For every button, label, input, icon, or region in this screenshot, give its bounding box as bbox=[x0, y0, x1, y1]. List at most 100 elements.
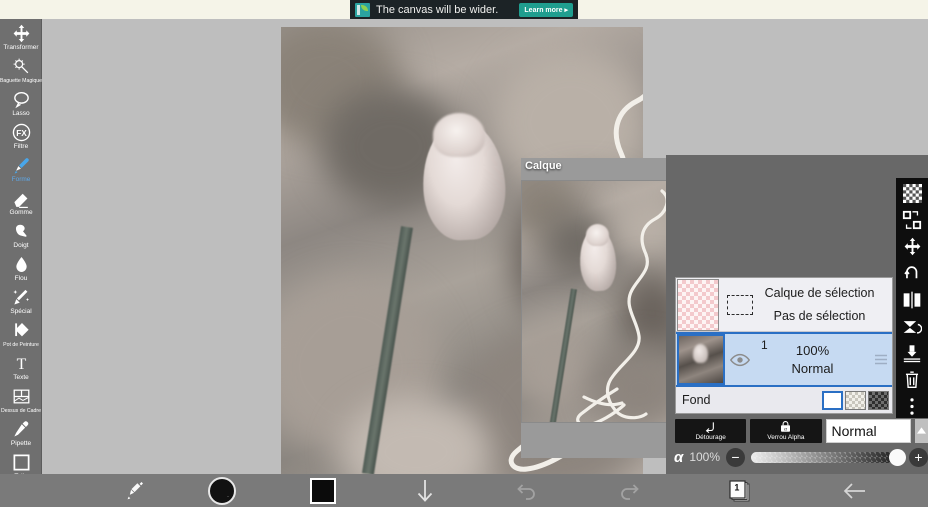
frame-panel-icon bbox=[12, 387, 31, 406]
selection-layer-status: Pas de sélection bbox=[773, 309, 866, 324]
sidebar-item-filtre[interactable]: FX Filtre bbox=[0, 122, 42, 155]
eraser-icon bbox=[12, 189, 31, 208]
bottom-bar-left-pad bbox=[0, 474, 100, 507]
sidebar-item-lasso[interactable]: Lasso bbox=[0, 89, 42, 122]
ad-container[interactable]: The canvas will be wider. Learn more ▸ bbox=[350, 0, 578, 19]
sidebar-item-label: Spécial bbox=[10, 308, 32, 315]
rotate-arrow-icon[interactable] bbox=[898, 262, 926, 286]
layers-button[interactable]: 1 bbox=[680, 474, 800, 507]
trash-icon[interactable] bbox=[898, 368, 926, 392]
magic-wand-icon bbox=[12, 57, 31, 76]
sidebar-item-label: Forme bbox=[11, 176, 31, 183]
verrou-alpha-button[interactable]: α Verrou Alpha bbox=[750, 418, 822, 443]
detourage-button[interactable]: Détourage bbox=[675, 418, 747, 443]
flip-vertical-icon[interactable] bbox=[898, 315, 926, 339]
sidebar-item-transformer[interactable]: Transformer bbox=[0, 23, 42, 56]
ad-text: The canvas will be wider. bbox=[376, 3, 499, 16]
swap-layers-icon[interactable] bbox=[898, 209, 926, 233]
blend-mode-select[interactable]: Normal bbox=[825, 418, 911, 443]
layer-blend-mode: Normal bbox=[791, 360, 834, 376]
sidebar-item-dessus-de-cadre[interactable]: Dessus de Cadre bbox=[0, 386, 42, 419]
sidebar-item-forme[interactable]: Forme bbox=[0, 155, 42, 188]
merge-down-icon[interactable] bbox=[898, 341, 926, 365]
transparent-light-background-swatch[interactable] bbox=[845, 390, 866, 410]
opacity-control-bar[interactable]: α 100% − + bbox=[674, 446, 928, 468]
alpha-value: 100% bbox=[689, 450, 721, 464]
undo-button[interactable] bbox=[476, 474, 578, 507]
blur-drop-icon bbox=[12, 255, 31, 274]
layer-thumbnail[interactable] bbox=[677, 334, 725, 385]
layer-action-bar[interactable]: Détourage α Verrou Alpha Normal bbox=[674, 418, 928, 443]
bottom-toolbar[interactable]: 1 bbox=[0, 474, 928, 507]
detourage-label: Détourage bbox=[695, 433, 726, 441]
sidebar-item-pipette[interactable]: Pipette bbox=[0, 419, 42, 452]
svg-text:1: 1 bbox=[734, 482, 739, 492]
layer-list[interactable]: Calque de sélection Pas de sélection 1 1… bbox=[675, 277, 893, 414]
eye-icon[interactable] bbox=[725, 334, 755, 385]
sidebar-item-baguette-magique[interactable]: Baguette Magique bbox=[0, 56, 42, 89]
opacity-slider[interactable] bbox=[751, 448, 906, 466]
eyedropper-icon bbox=[12, 420, 31, 439]
layer-preview-image[interactable] bbox=[521, 180, 674, 423]
selection-marquee-icon bbox=[727, 294, 753, 315]
paintbrush-icon bbox=[11, 156, 31, 175]
sidebar-item-label: Texte bbox=[13, 374, 29, 381]
move-arrows-icon[interactable] bbox=[898, 235, 926, 259]
sidebar-item-label: Baguette Magique bbox=[0, 78, 43, 84]
brush-size-button[interactable] bbox=[172, 474, 272, 507]
drag-handle-icon[interactable] bbox=[870, 334, 892, 385]
fx-circle-icon: FX bbox=[12, 123, 31, 142]
transparent-dark-background-swatch[interactable] bbox=[868, 390, 889, 410]
table-row[interactable]: 1 100% Normal bbox=[676, 332, 892, 387]
sidebar-item-label: Dessus de Cadre bbox=[0, 408, 42, 414]
calque-preview-window[interactable]: Calque bbox=[521, 158, 674, 458]
redo-button[interactable] bbox=[578, 474, 680, 507]
smudge-finger-icon bbox=[12, 222, 31, 241]
more-vertical-icon[interactable] bbox=[898, 395, 926, 419]
left-toolbar[interactable]: Transformer Baguette Magique Lasso FX Fi… bbox=[0, 19, 42, 480]
text-t-icon: T bbox=[12, 354, 31, 373]
opacity-decrease-button[interactable]: − bbox=[726, 447, 746, 467]
white-background-swatch[interactable] bbox=[822, 390, 843, 410]
sidebar-item-label: Doigt bbox=[13, 242, 29, 249]
svg-text:T: T bbox=[16, 356, 26, 373]
verrou-alpha-label: Verrou Alpha bbox=[767, 433, 805, 441]
calque-window-title: Calque bbox=[525, 160, 562, 172]
selection-layer-title: Calque de sélection bbox=[764, 285, 875, 300]
sidebar-item-label: Filtre bbox=[13, 143, 29, 150]
paint-bucket-icon bbox=[12, 321, 31, 340]
sidebar-item-label: Pipette bbox=[10, 440, 32, 447]
checkerboard-icon[interactable] bbox=[898, 182, 926, 206]
sidebar-item-gomme[interactable]: Gomme bbox=[0, 188, 42, 221]
opacity-slider-knob[interactable] bbox=[889, 448, 906, 466]
lasso-icon bbox=[12, 90, 31, 109]
opacity-increase-button[interactable]: + bbox=[909, 447, 928, 467]
sidebar-item-pot-de-peinture[interactable]: Pot de Peinture bbox=[0, 320, 42, 353]
download-button[interactable] bbox=[374, 474, 476, 507]
layer-opacity: 100% bbox=[795, 342, 830, 358]
chevron-up-icon[interactable] bbox=[914, 418, 928, 443]
app-logo-icon bbox=[355, 2, 370, 17]
svg-text:FX: FX bbox=[16, 128, 27, 138]
back-button[interactable] bbox=[800, 474, 910, 507]
sidebar-item-label: Flou bbox=[14, 275, 28, 282]
selection-layer-row[interactable]: Calque de sélection Pas de sélection bbox=[676, 278, 892, 332]
flip-horizontal-icon[interactable] bbox=[898, 288, 926, 312]
layer-tools-strip[interactable] bbox=[896, 178, 928, 418]
sidebar-item-flou[interactable]: Flou bbox=[0, 254, 42, 287]
learn-more-button[interactable]: Learn more ▸ bbox=[519, 2, 573, 17]
sidebar-item-label: Lasso bbox=[12, 110, 30, 117]
checkerboard-pink-thumb bbox=[677, 279, 719, 331]
layer-number: 1 bbox=[761, 338, 768, 352]
sparkle-wand-icon bbox=[12, 288, 31, 307]
alpha-symbol: α bbox=[674, 448, 684, 466]
brush-settings-button[interactable] bbox=[100, 474, 172, 507]
canvas-square-icon bbox=[12, 453, 31, 472]
sidebar-item-special[interactable]: Spécial bbox=[0, 287, 42, 320]
sidebar-item-texte[interactable]: T Texte bbox=[0, 353, 42, 386]
preview-brush-stroke bbox=[576, 189, 669, 422]
sidebar-item-doigt[interactable]: Doigt bbox=[0, 221, 42, 254]
background-row[interactable]: Fond bbox=[676, 387, 892, 413]
color-swatch-button[interactable] bbox=[272, 474, 374, 507]
background-label: Fond bbox=[682, 393, 711, 407]
